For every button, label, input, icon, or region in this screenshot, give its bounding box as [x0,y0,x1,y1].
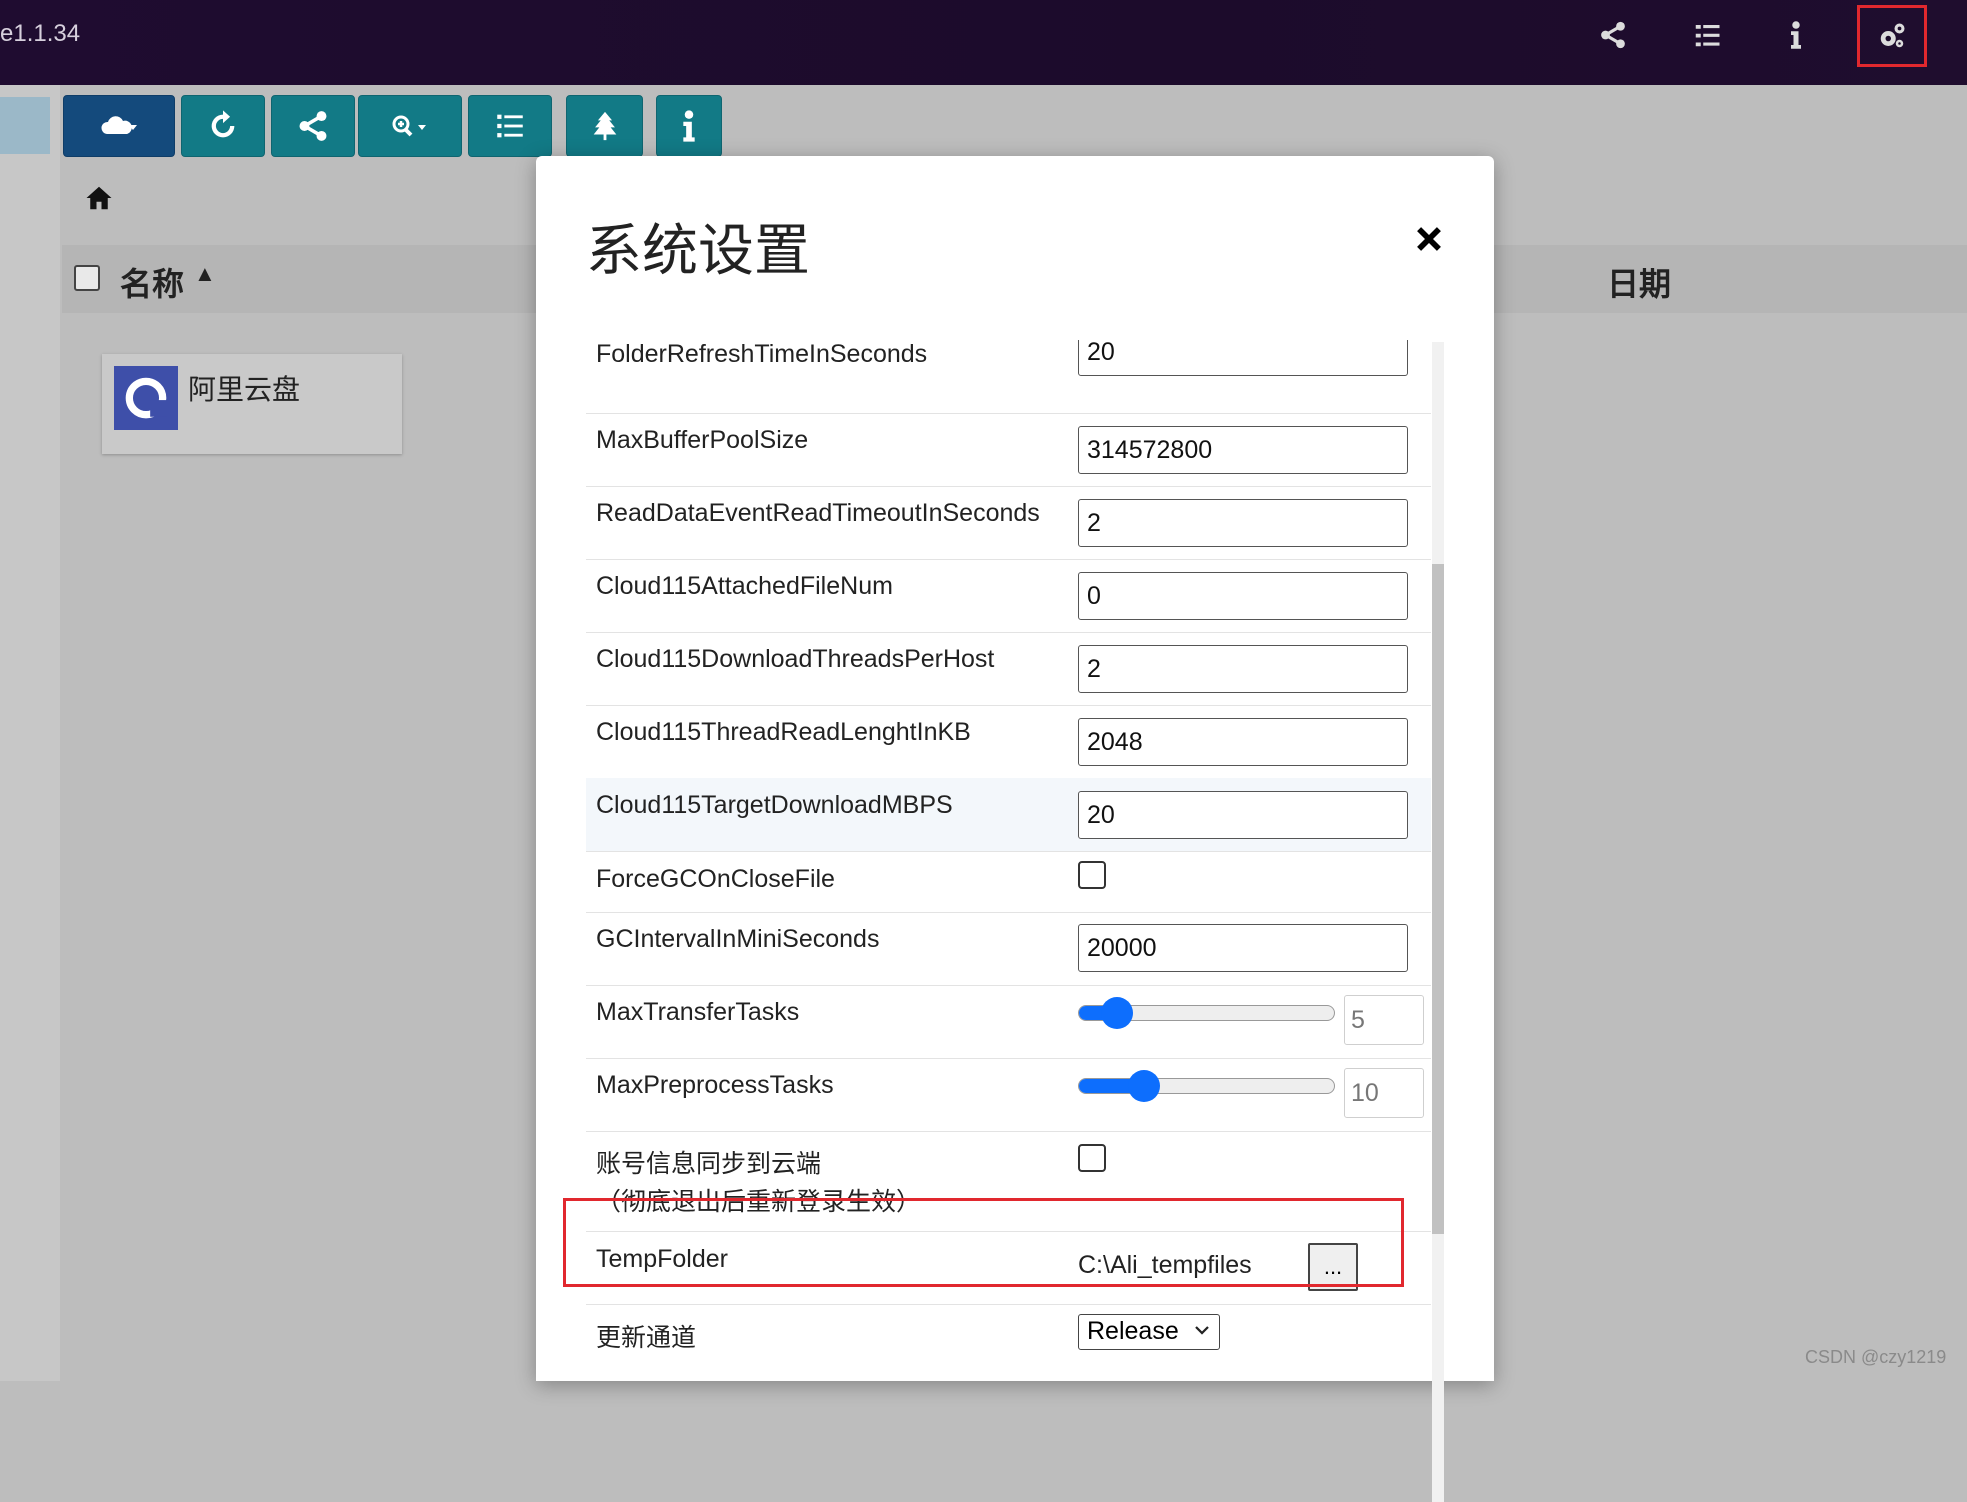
gc-interval-input[interactable] [1078,924,1408,972]
info-button[interactable] [656,95,722,157]
setting-label: Cloud115TargetDownloadMBPS [596,791,953,819]
annotation-highlight [563,1198,1404,1287]
thread-read-length-input[interactable] [1078,718,1408,766]
setting-row: MaxTransferTasks 5 [586,985,1431,1059]
slider-knob[interactable] [1128,1070,1161,1102]
task-list-icon[interactable] [1682,10,1732,60]
setting-row: ReadDataEventReadTimeoutInSeconds [586,486,1431,560]
setting-row: GCIntervalInMiniSeconds [586,912,1431,986]
top-bar: e1.1.34 [0,0,1967,85]
list-view-button[interactable] [468,95,552,157]
setting-row: MaxBufferPoolSize [586,413,1431,487]
target-download-mbps-input[interactable] [1078,791,1408,839]
info-icon [683,110,695,142]
setting-row: Cloud115DownloadThreadsPerHost [586,632,1431,706]
setting-row: Cloud115ThreadReadLenghtInKB [586,705,1431,779]
setting-label: 更新通道 [596,1324,697,1352]
max-transfer-slider[interactable] [1078,997,1335,1029]
setting-label: 账号信息同步到云端 [596,1150,822,1178]
sort-ascending-icon[interactable]: ▲ [194,261,216,287]
share-icon [299,111,327,141]
file-item-label: 阿里云盘 [188,374,301,405]
list-view-icon [497,114,523,138]
setting-row: ForceGCOnCloseFile [586,851,1431,913]
select-all-checkbox[interactable] [74,265,100,291]
cloud-dropdown-icon [101,116,137,134]
modal-title: 系统设置 [586,219,810,282]
left-tab[interactable] [0,97,50,154]
aliyun-drive-icon [114,366,178,430]
update-channel-select[interactable]: Release [1078,1314,1220,1350]
setting-label: Cloud115DownloadThreadsPerHost [596,645,995,673]
setting-row: 更新通道 Release [586,1304,1431,1377]
tree-icon [593,111,616,141]
cloud-dropdown-button[interactable] [63,95,175,157]
setting-label: Cloud115ThreadReadLenghtInKB [596,718,971,746]
refresh-icon [211,110,235,138]
folder-refresh-input[interactable] [1078,340,1408,376]
column-date-header[interactable]: 日期 [1607,259,1671,305]
share-icon[interactable] [1588,10,1638,60]
zoom-dropdown-button[interactable] [358,95,462,157]
tree-button[interactable] [566,95,643,157]
setting-label: ReadDataEventReadTimeoutInSeconds [596,499,1040,527]
file-item[interactable]: 阿里云盘 [102,354,402,454]
download-threads-input[interactable] [1078,645,1408,693]
max-preprocess-value[interactable]: 10 [1344,1068,1424,1118]
setting-label: GCIntervalInMiniSeconds [596,925,880,953]
column-name-header[interactable]: 名称 [120,259,184,305]
slider-knob[interactable] [1101,997,1134,1029]
setting-label: ForceGCOnCloseFile [596,865,835,893]
max-preprocess-slider[interactable] [1078,1070,1335,1102]
left-panel [0,85,60,1381]
max-transfer-value[interactable]: 5 [1344,995,1424,1045]
setting-row: Cloud115TargetDownloadMBPS [586,778,1431,852]
app-version: e1.1.34 [0,20,81,47]
setting-label: MaxPreprocessTasks [596,1071,834,1099]
refresh-button[interactable] [181,95,265,157]
setting-row: FolderRefreshTimeInSeconds [586,340,1431,414]
chevron-down-icon [1195,1326,1209,1335]
setting-row: Cloud115AttachedFileNum [586,559,1431,633]
settings-list: FolderRefreshTimeInSeconds MaxBufferPool… [586,340,1444,1500]
setting-label: MaxTransferTasks [596,998,800,1026]
settings-gears-icon[interactable] [1857,5,1927,67]
info-icon[interactable] [1771,10,1821,60]
setting-row: MaxPreprocessTasks 10 [586,1058,1431,1132]
read-timeout-input[interactable] [1078,499,1408,547]
setting-label: FolderRefreshTimeInSeconds [596,340,928,368]
setting-label: MaxBufferPoolSize [596,426,809,454]
setting-label: Cloud115AttachedFileNum [596,572,893,600]
sync-account-checkbox[interactable] [1078,1144,1106,1172]
share-button[interactable] [271,95,355,157]
close-icon[interactable] [1412,222,1446,256]
max-buffer-pool-input[interactable] [1078,426,1408,474]
force-gc-checkbox[interactable] [1078,861,1106,889]
watermark: CSDN @czy1219 [1805,1347,1947,1367]
update-channel-value: Release [1087,1317,1179,1345]
home-icon[interactable] [84,183,114,213]
attached-file-num-input[interactable] [1078,572,1408,620]
zoom-dropdown-icon [392,115,426,137]
